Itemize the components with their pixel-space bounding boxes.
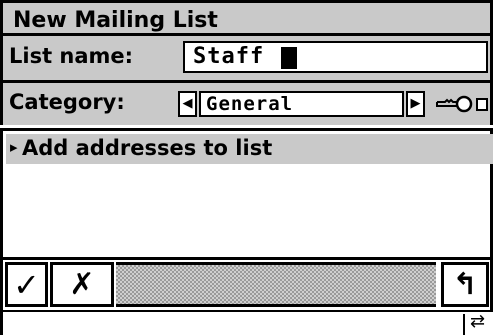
- arrow-right-icon: ▶: [410, 96, 421, 111]
- add-addresses-item[interactable]: ▸ Add addresses to list: [6, 134, 493, 164]
- text-cursor: [281, 47, 297, 69]
- toolbar-spacer: [116, 262, 436, 307]
- key-icon[interactable]: [435, 95, 491, 115]
- category-next-button[interactable]: ▶: [406, 91, 425, 117]
- list-name-row: List name: Staff: [0, 36, 493, 80]
- category-select[interactable]: General: [199, 91, 404, 117]
- category-prev-button[interactable]: ◀: [178, 91, 197, 117]
- title-bar: New Mailing List: [0, 0, 493, 36]
- bottom-toolbar: ✓ ✗ ↰: [0, 260, 493, 310]
- list-name-label: List name:: [9, 44, 134, 68]
- list-name-input[interactable]: Staff: [183, 41, 488, 73]
- window-title: New Mailing List: [13, 8, 218, 33]
- arrow-left-icon: ◀: [182, 96, 193, 111]
- list-name-value: Staff: [193, 44, 265, 69]
- category-row: Category: ◀ General ▶: [0, 83, 493, 125]
- bullet-arrow-icon: ▸: [10, 138, 18, 156]
- add-addresses-label: Add addresses to list: [22, 136, 273, 160]
- cancel-icon: ✗: [69, 267, 95, 302]
- category-label: Category:: [9, 90, 125, 114]
- address-list[interactable]: ▸ Add addresses to list: [0, 128, 493, 260]
- cancel-button[interactable]: ✗: [50, 262, 114, 307]
- swap-arrows-icon[interactable]: ⇄: [470, 311, 485, 332]
- divider: [463, 314, 465, 335]
- back-button[interactable]: ↰: [441, 262, 489, 307]
- checkmark-icon: ✓: [13, 266, 40, 304]
- status-strip: ⇄: [0, 310, 493, 335]
- ok-button[interactable]: ✓: [5, 262, 48, 307]
- category-value: General: [206, 93, 294, 115]
- back-arrow-icon: ↰: [452, 267, 478, 302]
